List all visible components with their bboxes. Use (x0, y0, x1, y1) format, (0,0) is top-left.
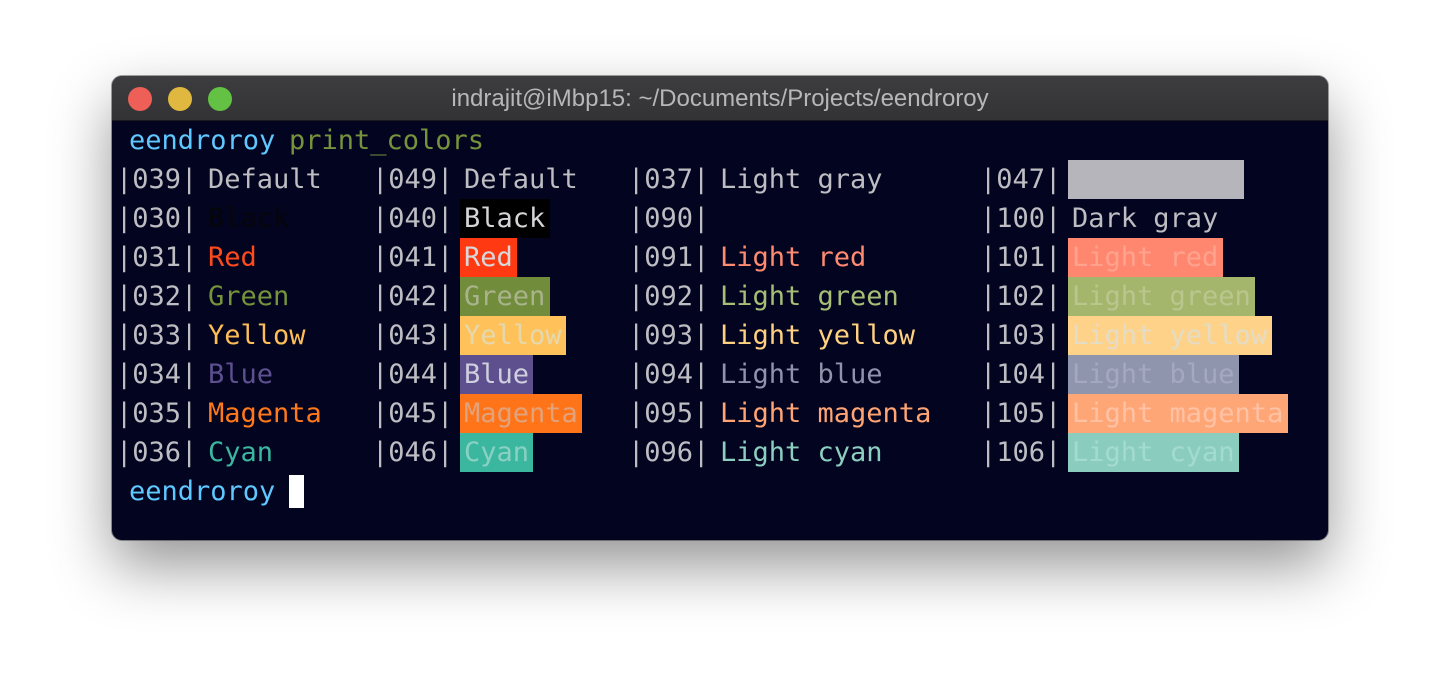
color-label: Green (208, 281, 290, 312)
color-code: |046| (372, 437, 454, 468)
color-label: Magenta (464, 398, 578, 429)
window-title: indrajit@iMbp15: ~/Documents/Projects/ee… (451, 85, 989, 112)
color-code: |106| (980, 437, 1062, 468)
color-code: |031| (116, 242, 198, 273)
terminal-content[interactable]: eendroroy print_colors |039| Default |049|… (112, 121, 1328, 540)
color-code: |092| (628, 281, 710, 312)
color-code: |102| (980, 281, 1062, 312)
color-label: Yellow (464, 320, 562, 351)
prompt-command: print_colors (289, 125, 485, 156)
color-code: |036| (116, 437, 198, 468)
color-label: Blue (208, 359, 274, 390)
color-label: Green (464, 281, 546, 312)
color-label: Light yellow (720, 320, 916, 351)
color-label: Black (208, 203, 290, 234)
color-label: Light red (1072, 242, 1219, 273)
color-label: Black (464, 203, 546, 234)
color-label: Light yellow (1072, 320, 1268, 351)
color-row: |035| Magenta |045| Magenta |095| Light magen… (112, 394, 1328, 433)
color-label: Cyan (208, 437, 274, 468)
color-label: Yellow (208, 320, 306, 351)
color-code: |100| (980, 203, 1062, 234)
color-label: Light blue (720, 359, 883, 390)
color-code: |032| (116, 281, 198, 312)
color-code: |035| (116, 398, 198, 429)
color-code: |049| (372, 164, 454, 195)
color-label: Cyan (464, 437, 530, 468)
color-label: Light gray (720, 164, 883, 195)
color-label: Light blue (1072, 359, 1235, 390)
color-row: |030| Black |040| Black |090| |100| Dark gray (112, 199, 1328, 238)
color-row: |039| Default |049| Default |037| Light gray |… (112, 160, 1328, 199)
color-code: |047| (980, 164, 1062, 195)
color-code: |041| (372, 242, 454, 273)
color-code: |044| (372, 359, 454, 390)
color-code: |103| (980, 320, 1062, 351)
color-label: Red (208, 242, 257, 273)
command-line: eendroroy print_colors (112, 121, 1328, 160)
color-code: |095| (628, 398, 710, 429)
color-row: |031| Red |041| Red |091| Light red |101| Light… (112, 238, 1328, 277)
color-label: Red (464, 242, 513, 273)
title-bar: indrajit@iMbp15: ~/Documents/Projects/ee… (112, 76, 1328, 121)
color-label: Light magenta (1072, 398, 1284, 429)
color-label: Light cyan (1072, 437, 1235, 468)
end-prompt-line: eendroroy (112, 472, 1328, 511)
color-label: Light green (1072, 281, 1251, 312)
text-cursor (289, 475, 304, 508)
terminal-window: indrajit@iMbp15: ~/Documents/Projects/ee… (112, 76, 1328, 540)
color-code: |030| (116, 203, 198, 234)
color-code: |033| (116, 320, 198, 351)
color-label: Blue (464, 359, 530, 390)
color-label: Default (208, 164, 322, 195)
color-label: Light magenta (720, 398, 932, 429)
color-code: |101| (980, 242, 1062, 273)
color-row: |034| Blue |044| Blue |094| Light blue |104| Li… (112, 355, 1328, 394)
color-code: |042| (372, 281, 454, 312)
color-code: |045| (372, 398, 454, 429)
color-label: Default (464, 164, 578, 195)
color-code: |043| (372, 320, 454, 351)
color-code: |094| (628, 359, 710, 390)
color-code: |040| (372, 203, 454, 234)
color-code: |104| (980, 359, 1062, 390)
prompt-name: eendroroy (129, 125, 276, 156)
end-prompt-name: eendroroy (129, 476, 276, 507)
color-label: Light cyan (720, 437, 883, 468)
color-code: |091| (628, 242, 710, 273)
color-label: Dark gray (1072, 203, 1219, 234)
color-code: |096| (628, 437, 710, 468)
color-label: Magenta (208, 398, 322, 429)
background-swatch (1068, 160, 1244, 199)
color-label: Light red (720, 242, 867, 273)
color-row: |033| Yellow |043| Yellow |093| Light yellow |… (112, 316, 1328, 355)
color-row: |036| Cyan |046| Cyan |096| Light cyan |106| Li… (112, 433, 1328, 472)
color-code: |105| (980, 398, 1062, 429)
color-code: |034| (116, 359, 198, 390)
color-row: |032| Green |042| Green |092| Light green |102… (112, 277, 1328, 316)
color-code: |090| (628, 203, 710, 234)
color-code: |093| (628, 320, 710, 351)
color-code: |039| (116, 164, 198, 195)
color-label: Light green (720, 281, 899, 312)
color-code: |037| (628, 164, 710, 195)
